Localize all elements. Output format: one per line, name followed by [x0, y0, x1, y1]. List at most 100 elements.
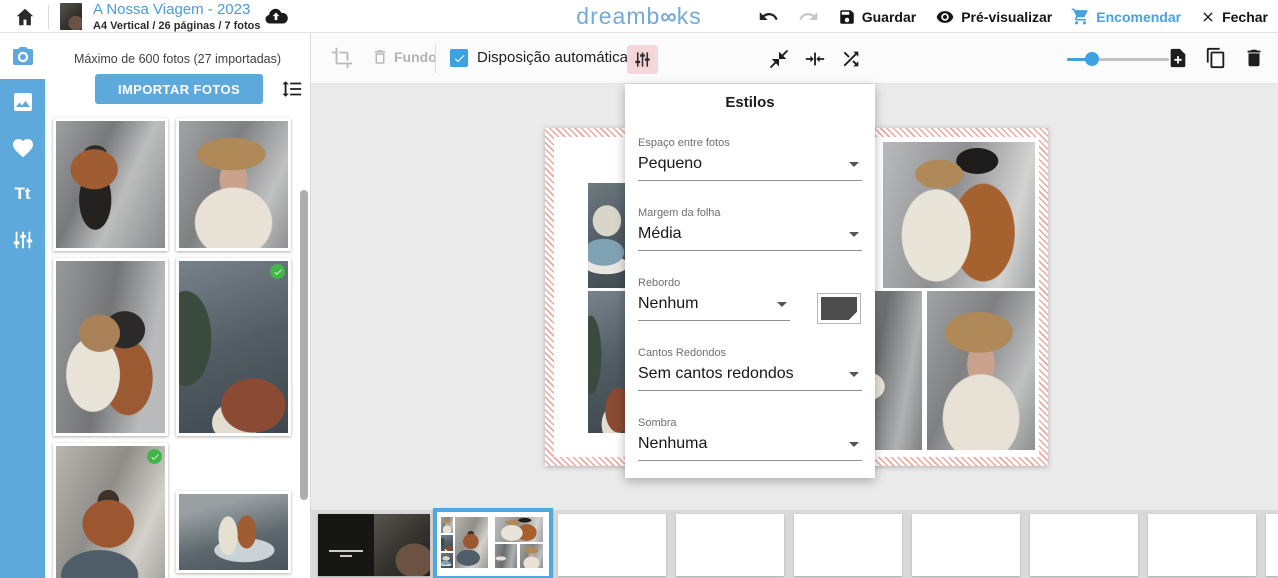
- delete-page-icon[interactable]: [1242, 46, 1266, 70]
- project-cover-thumbnail: [60, 3, 82, 30]
- text-icon: Tt: [14, 184, 30, 204]
- page-thumbnail-cover[interactable]: [318, 514, 430, 576]
- page-thumbnail-empty[interactable]: [676, 514, 784, 576]
- eye-icon: [935, 7, 955, 27]
- chevron-down-icon: [849, 442, 859, 447]
- duplicate-page-icon[interactable]: [1204, 46, 1228, 70]
- tune-icon: [12, 229, 34, 251]
- image-icon: [11, 90, 35, 114]
- styles-button[interactable]: [627, 45, 658, 74]
- top-bar: A Nossa Viagem - 2023 A4 Vertical / 26 p…: [0, 0, 1278, 33]
- undo-button[interactable]: [758, 6, 779, 27]
- field-value: Média: [638, 225, 682, 242]
- project-info: A Nossa Viagem - 2023 A4 Vertical / 26 p…: [93, 2, 261, 32]
- close-button[interactable]: Fechar: [1200, 9, 1268, 25]
- auto-layout-label: Disposição automática: [477, 49, 628, 66]
- sidebar-item-styles[interactable]: [0, 217, 45, 263]
- field-photo-spacing: Espaço entre fotos Pequeno: [638, 137, 862, 181]
- photo-thumbnail-man-on-rocks[interactable]: [53, 118, 168, 251]
- photo-thumbnail-man-in-boat[interactable]: [53, 443, 168, 578]
- border-color-swatch: [821, 297, 857, 320]
- redo-button[interactable]: [798, 6, 819, 27]
- zoom-slider[interactable]: [1067, 52, 1169, 66]
- field-label: Rebordo: [638, 277, 862, 289]
- cover-left-half: [318, 514, 374, 576]
- sidebar-item-photos[interactable]: [0, 33, 45, 79]
- order-button[interactable]: Encomendar: [1071, 7, 1181, 26]
- field-label: Cantos Redondos: [638, 347, 862, 359]
- canvas-photo-woman-with-hat[interactable]: [927, 291, 1035, 450]
- canvas-photo-couple-standing[interactable]: [883, 142, 1035, 288]
- background-label: Fundo: [394, 49, 437, 65]
- chevron-down-icon: [849, 372, 859, 377]
- layout-tools: [767, 47, 862, 70]
- pages-strip: [311, 510, 1278, 578]
- chevron-down-icon: [777, 302, 787, 307]
- sidebar-item-favorites[interactable]: [0, 125, 45, 171]
- import-photos-button[interactable]: IMPORTAR FOTOS: [95, 74, 263, 104]
- sort-icon[interactable]: [281, 78, 303, 100]
- project-title: A Nossa Viagem - 2023: [93, 2, 261, 19]
- editor-toolbar: Fundo Disposição automática: [311, 33, 1278, 84]
- cover-photo: [374, 514, 430, 576]
- border-color-picker[interactable]: [817, 293, 861, 324]
- page-thumbnail-empty[interactable]: [1148, 514, 1256, 576]
- cloud-sync-icon: [263, 5, 289, 27]
- chevron-down-icon: [849, 162, 859, 167]
- photo-counter: Máximo de 600 fotos (27 importadas): [45, 52, 310, 66]
- topbar-actions: Guardar Pré-visualizar Encomendar Fechar: [758, 0, 1268, 33]
- field-value: Nenhuma: [638, 435, 707, 452]
- photo-thumbnail-selfie-couple[interactable]: [53, 258, 168, 436]
- field-value: Pequeno: [638, 155, 702, 172]
- auto-layout-checkbox[interactable]: [450, 49, 468, 67]
- cover-subtitle-text: [340, 555, 352, 557]
- field-sheet-margin: Margem da folha Média: [638, 207, 862, 251]
- field-shadow: Sombra Nenhuma: [638, 417, 862, 461]
- page-thumbnail-empty[interactable]: [558, 514, 666, 576]
- compress-icon[interactable]: [767, 47, 790, 70]
- field-label: Margem da folha: [638, 207, 862, 219]
- field-label: Espaço entre fotos: [638, 137, 862, 149]
- border-select[interactable]: Nenhum: [638, 295, 790, 321]
- align-center-icon[interactable]: [803, 47, 826, 70]
- sidebar-item-layouts[interactable]: [0, 79, 45, 125]
- cart-icon: [1071, 7, 1090, 26]
- preview-label: Pré-visualizar: [961, 9, 1052, 25]
- page-thumbnail-empty[interactable]: [794, 514, 902, 576]
- crop-icon[interactable]: [331, 47, 353, 69]
- chevron-down-icon: [849, 232, 859, 237]
- page-thumbnail-spread-selected[interactable]: [433, 508, 553, 578]
- infinity-glyph: ∞: [660, 3, 676, 29]
- trash-outline-icon: [371, 48, 389, 66]
- photo-used-check-icon: [270, 264, 285, 279]
- home-button[interactable]: [14, 6, 36, 28]
- sheet-margin-select[interactable]: Média: [638, 225, 862, 251]
- photo-thumbnail-lake-portrait[interactable]: [176, 258, 291, 436]
- page-thumbnail-empty[interactable]: [912, 514, 1020, 576]
- page-thumbnail-empty[interactable]: [1030, 514, 1138, 576]
- background-button[interactable]: Fundo: [371, 48, 437, 66]
- field-value: Nenhum: [638, 295, 698, 312]
- save-button[interactable]: Guardar: [838, 8, 916, 26]
- preview-button[interactable]: Pré-visualizar: [935, 7, 1052, 27]
- panel-scrollbar[interactable]: [300, 190, 308, 500]
- sidebar-item-text[interactable]: Tt: [0, 171, 45, 217]
- shadow-select[interactable]: Nenhuma: [638, 435, 862, 461]
- photo-panel: Máximo de 600 fotos (27 importadas) IMPO…: [45, 33, 311, 578]
- page-thumbnail-empty[interactable]: [1266, 514, 1278, 576]
- photo-thumbnail-woman-with-hat[interactable]: [176, 118, 291, 251]
- heart-icon: [11, 136, 35, 160]
- photo-thumbnail-couple-in-boat[interactable]: [176, 491, 291, 573]
- project-subtitle: A4 Vertical / 26 páginas / 7 fotos: [93, 20, 261, 32]
- photo-used-check-icon: [147, 449, 162, 464]
- photobook-editor: A Nossa Viagem - 2023 A4 Vertical / 26 p…: [0, 0, 1278, 578]
- photo-spacing-select[interactable]: Pequeno: [638, 155, 862, 181]
- styles-popup-title: Estilos: [638, 94, 862, 111]
- close-icon: [1200, 9, 1216, 25]
- sidebar-rail: Tt: [0, 33, 45, 578]
- page-tools: [1166, 46, 1266, 70]
- shuffle-icon[interactable]: [839, 47, 862, 70]
- rounded-corners-select[interactable]: Sem cantos redondos: [638, 365, 862, 391]
- zoom-slider-handle[interactable]: [1085, 52, 1099, 66]
- add-page-icon[interactable]: [1166, 46, 1190, 70]
